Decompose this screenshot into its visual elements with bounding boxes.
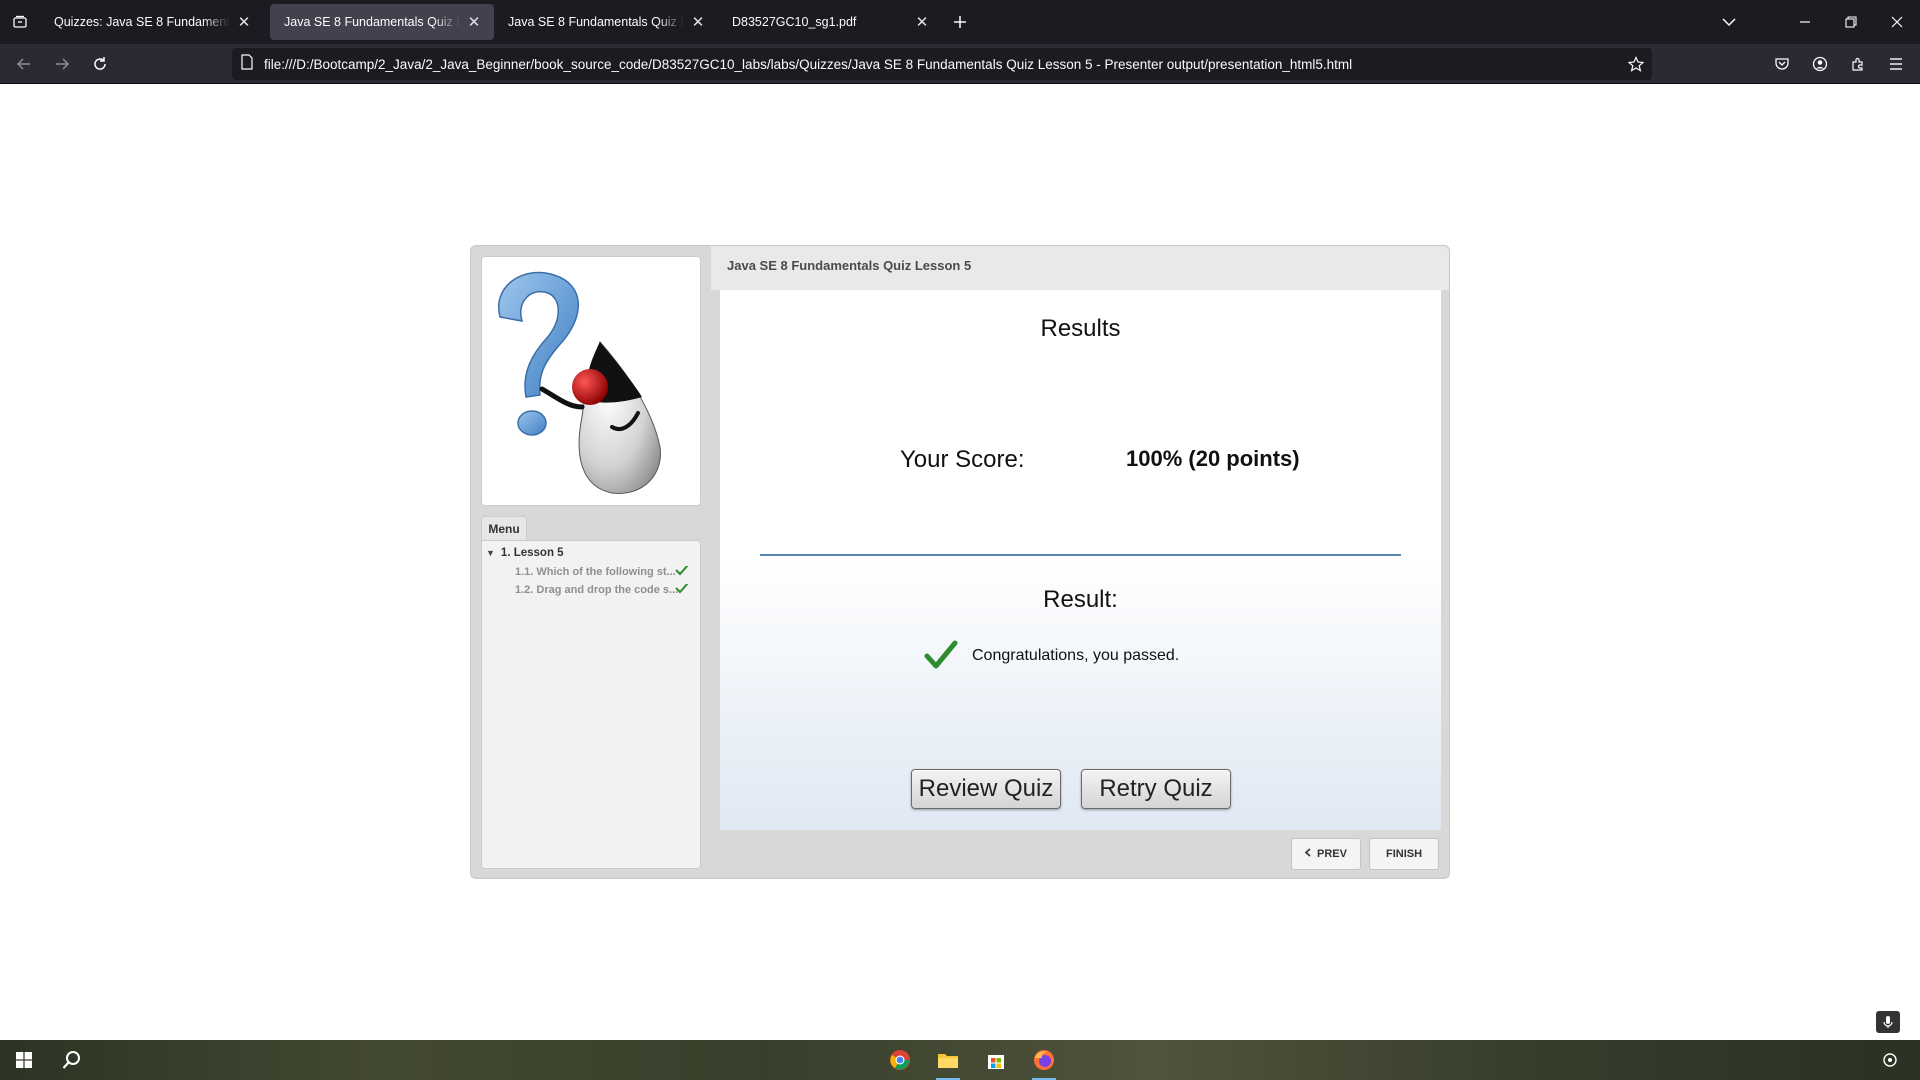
chevron-down-icon[interactable]: [1706, 0, 1752, 44]
account-icon[interactable]: [1802, 48, 1838, 80]
taskbar: [0, 1040, 1920, 1080]
result-heading: Result:: [1043, 586, 1118, 613]
tab-bar: Quizzes: Java SE 8 Fundamentals ✕ Java S…: [0, 0, 1920, 44]
finish-button[interactable]: FINISH: [1369, 838, 1439, 870]
menu-tab[interactable]: Menu: [481, 516, 527, 540]
browser-tab[interactable]: Java SE 8 Fundamentals Quiz Lesson 5 ✕: [494, 4, 718, 40]
prev-button[interactable]: PREV: [1291, 838, 1361, 870]
chrome-icon[interactable]: [880, 1044, 920, 1076]
quiz-title: Java SE 8 Fundamentals Quiz Lesson 5: [727, 258, 972, 273]
menu-section-label: 1. Lesson 5: [500, 547, 564, 559]
navigation-bar: file:///D:/Bootcamp/2_Java/2_Java_Beginn…: [0, 44, 1920, 84]
check-icon: [675, 566, 689, 579]
menu-item-label: 1.1. Which of the following st...: [515, 566, 676, 578]
results-slide: Results Your Score: 100% (20 points) Res…: [720, 290, 1441, 830]
firefox-icon[interactable]: [1024, 1044, 1064, 1080]
pocket-icon[interactable]: [1764, 48, 1800, 80]
result-message: Congratulations, you passed.: [972, 647, 1180, 664]
url-bar[interactable]: file:///D:/Bootcamp/2_Java/2_Java_Beginn…: [232, 48, 1652, 80]
file-explorer-icon[interactable]: [928, 1044, 968, 1080]
store-icon[interactable]: [976, 1044, 1016, 1076]
duke-question-mark-icon: [497, 271, 661, 494]
notification-icon[interactable]: [1870, 1044, 1910, 1076]
windows-start-icon[interactable]: [4, 1044, 44, 1076]
back-arrow-icon[interactable]: [6, 48, 42, 80]
microphone-icon[interactable]: [1876, 1011, 1900, 1033]
browser-tab[interactable]: Quizzes: Java SE 8 Fundamentals ✕: [40, 4, 264, 40]
retry-quiz-button[interactable]: Retry Quiz: [1081, 769, 1231, 809]
close-icon[interactable]: ✕: [690, 14, 706, 31]
pass-check-icon: [924, 640, 958, 675]
extensions-icon[interactable]: [1840, 48, 1876, 80]
page-viewport: Menu ▼ 1. Lesson 5 1.1. Which of the fol…: [0, 85, 1920, 1040]
menu-panel: ▼ 1. Lesson 5 1.1. Which of the followin…: [481, 540, 701, 869]
chevron-left-icon: [1304, 848, 1311, 860]
quiz-player: Menu ▼ 1. Lesson 5 1.1. Which of the fol…: [470, 245, 1450, 879]
tab-title: Java SE 8 Fundamentals Quiz Lesson 5: [284, 15, 460, 29]
restore-icon[interactable]: [1828, 0, 1874, 44]
list-all-tabs-icon[interactable]: [0, 0, 40, 44]
minimize-icon[interactable]: [1782, 0, 1828, 44]
score-value: 100% (20 points): [1126, 446, 1300, 471]
tab-title: Quizzes: Java SE 8 Fundamentals: [54, 15, 230, 29]
review-quiz-button[interactable]: Review Quiz: [911, 769, 1061, 809]
expand-triangle-icon[interactable]: ▼: [486, 548, 495, 558]
close-icon[interactable]: ✕: [466, 14, 482, 31]
menu-item[interactable]: 1.2. Drag and drop the code s...: [515, 584, 698, 600]
menu-item-label: 1.2. Drag and drop the code s...: [515, 584, 679, 596]
search-icon[interactable]: [52, 1044, 92, 1076]
score-label: Your Score:: [900, 446, 1025, 473]
browser-tab[interactable]: D83527GC10_sg1.pdf ✕: [718, 4, 942, 40]
new-tab-icon[interactable]: [942, 4, 978, 40]
page-icon: [240, 53, 254, 75]
browser-tab-active[interactable]: Java SE 8 Fundamentals Quiz Lesson 5 ✕: [270, 4, 494, 40]
results-heading: Results: [1040, 315, 1121, 342]
close-icon[interactable]: ✕: [914, 14, 930, 31]
bookmark-star-icon[interactable]: [1620, 56, 1652, 72]
tab-title: Java SE 8 Fundamentals Quiz Lesson 5: [508, 15, 684, 29]
quiz-logo: [481, 256, 701, 506]
prev-label: PREV: [1317, 848, 1347, 860]
tab-title: D83527GC10_sg1.pdf: [732, 15, 857, 29]
url-text[interactable]: file:///D:/Bootcamp/2_Java/2_Java_Beginn…: [264, 57, 1620, 72]
reload-icon[interactable]: [82, 48, 118, 80]
menu-item[interactable]: 1.1. Which of the following st...: [515, 566, 698, 582]
forward-arrow-icon[interactable]: [44, 48, 80, 80]
menu-section-lesson[interactable]: ▼ 1. Lesson 5: [486, 547, 564, 559]
close-window-icon[interactable]: [1874, 0, 1920, 44]
divider: [760, 554, 1401, 556]
hamburger-menu-icon[interactable]: [1878, 48, 1914, 80]
close-icon[interactable]: ✕: [236, 14, 252, 31]
check-icon: [675, 584, 689, 597]
